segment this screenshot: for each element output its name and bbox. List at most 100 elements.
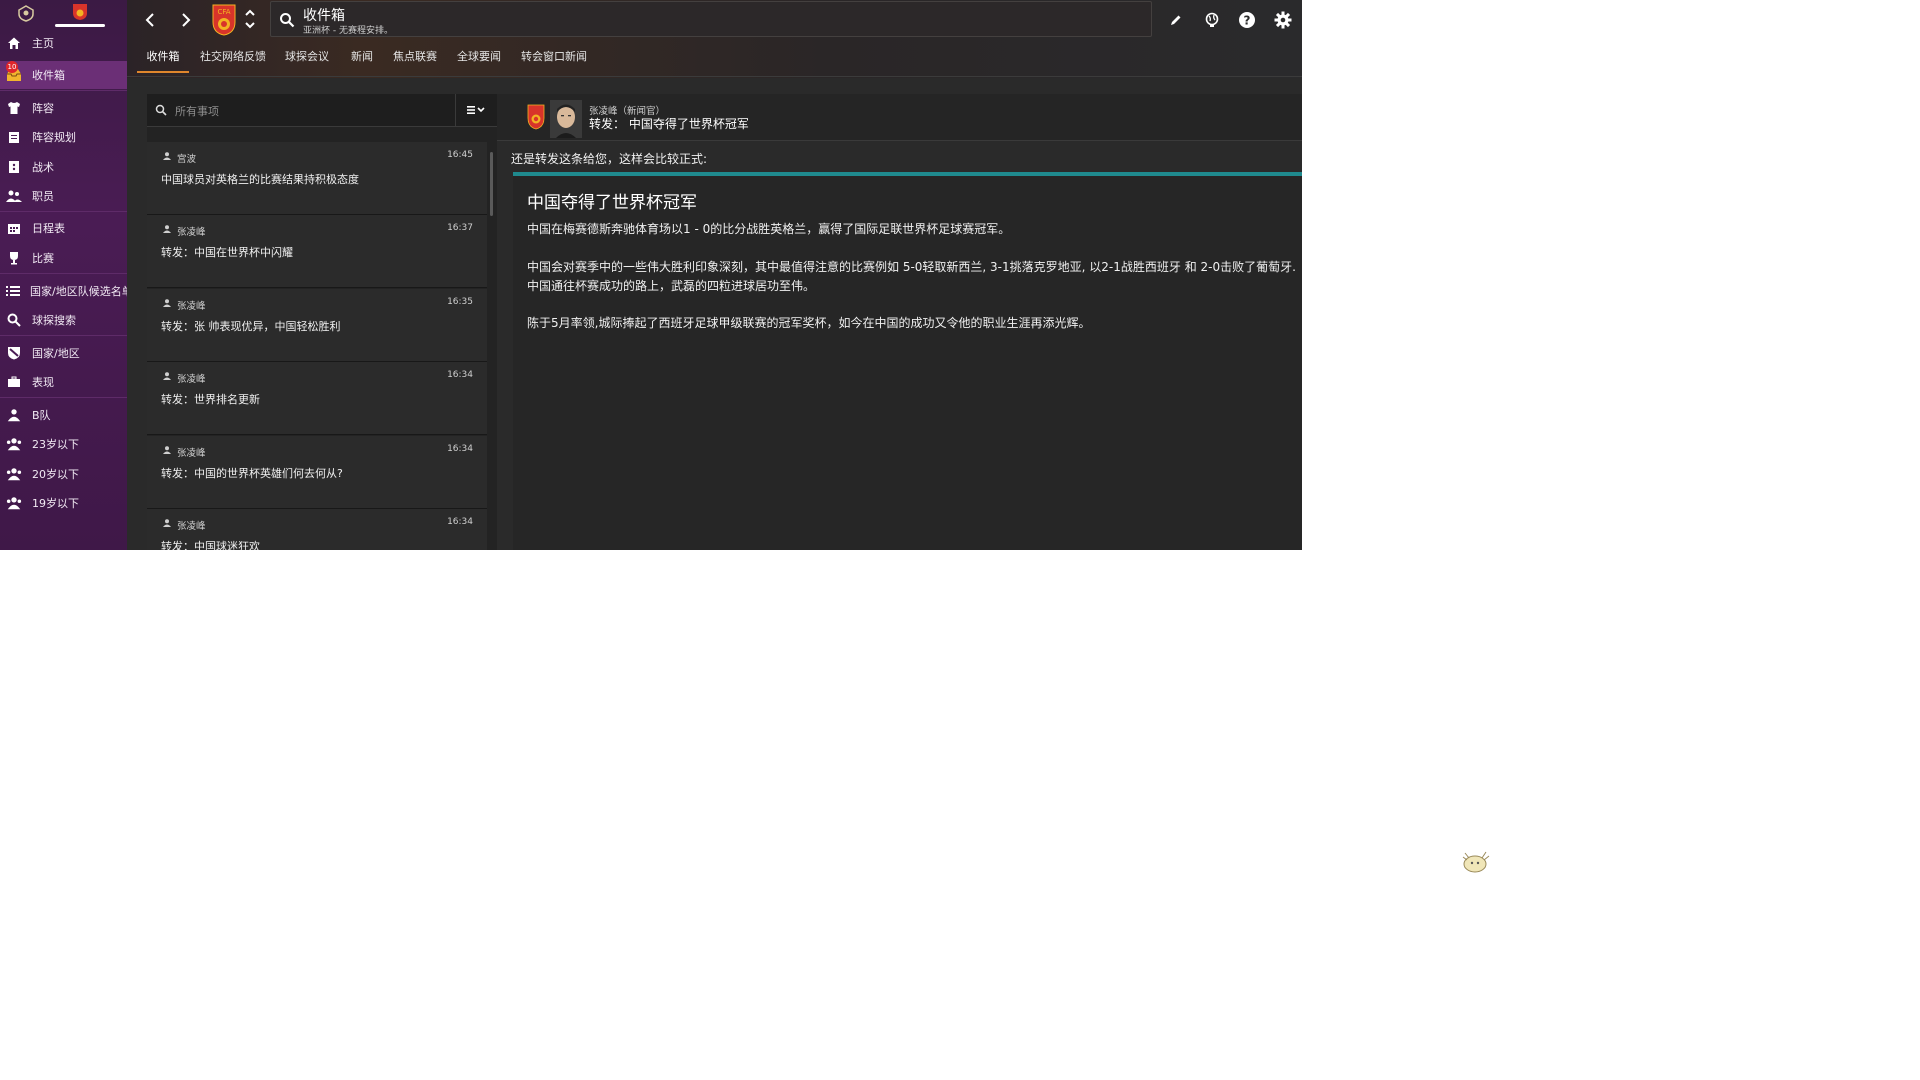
sidebar-item-scouting[interactable]: 球探搜索 [0,306,127,334]
page-title: 收件箱 [303,8,345,24]
message-sender: 张凌峰 [177,448,206,459]
svg-text:?: ? [1244,14,1251,28]
tab-inbox[interactable]: 收件箱 [137,44,189,74]
sidebar-item-label: 19岁以下 [32,497,79,510]
list-icon [6,283,20,299]
team-crest-icon[interactable]: CFA [212,4,236,36]
sidebar-item-u20[interactable]: 20岁以下 [0,460,127,488]
message-sender: 张凌峰 [177,374,206,385]
person-icon [163,299,171,307]
forwarded-article: 中国夺得了世界杯冠军 中国在梅赛德斯奔驰体育场以1 - 0的比分战胜英格兰，赢得… [513,172,1302,550]
sidebar-item-label: 主页 [32,37,54,50]
article-paragraph: 中国在梅赛德斯奔驰体育场以1 - 0的比分战胜英格兰，赢得了国际足联世界杯足球赛… [527,222,1011,236]
sidebar-item-staff[interactable]: 职员 [0,182,127,210]
sidebar-item-national-shortlist[interactable]: 国家/地区队候选名单 [0,277,133,305]
sidebar-item-schedule[interactable]: 日程表 [0,214,127,242]
club-crest-icon[interactable] [72,3,88,21]
team-icon [6,436,22,452]
message-subject: 转发：中国球迷狂欢 [161,540,260,550]
team-icon [6,466,22,482]
message-time: 16:35 [447,297,473,307]
sidebar-item-u19[interactable]: 19岁以下 [0,489,127,517]
message-time: 16:34 [447,444,473,454]
message-list-item[interactable]: 张凌峰 16:35 转发：张 帅表现优异，中国轻松胜利 [147,289,487,362]
sidebar-item-inbox[interactable]: 10 收件箱 [0,61,127,89]
sidebar-item-label: 阵容 [32,102,54,115]
sidebar-item-squad-planner[interactable]: 阵容规划 [0,123,127,151]
tab-social-feedback[interactable]: 社交网络反馈 [199,44,267,74]
tab-transfer-news[interactable]: 转会窗口新闻 [521,44,587,74]
team-icon [6,495,22,511]
sidebar-item-label: 战术 [32,161,54,174]
article-title: 中国夺得了世界杯冠军 [527,193,697,213]
inbox-count-badge: 10 [6,61,18,73]
message-list-item[interactable]: 张凌峰 16:34 转发：中国的世界杯英雄们何去何从? [147,436,487,509]
clipboard-icon [6,129,22,145]
fps-overlay-icon [1462,851,1490,873]
world-button[interactable] [1202,10,1222,30]
message-list-item[interactable]: 宫波 16:45 中国球员对英格兰的比赛结果持积极态度 [147,142,487,215]
sidebar-item-performance[interactable]: 表现 [0,368,127,396]
team-switch-icon[interactable] [243,6,257,32]
sidebar-item-competitions[interactable]: 比赛 [0,244,127,272]
message-subject: 转发：世界排名更新 [161,393,260,406]
chevron-left-icon [145,13,154,27]
message-subject: 中国球员对英格兰的比赛结果持积极态度 [161,173,359,186]
sidebar-item-home[interactable]: 主页 [0,29,127,57]
sidebar-item-label: 表现 [32,376,54,389]
tab-scout-meeting[interactable]: 球探会议 [285,44,329,74]
message-subject: 转发：中国在世界杯中闪耀 [161,246,293,259]
person-icon [163,372,171,380]
sidebar-item-label: 收件箱 [32,69,65,82]
message-subject: 转发：中国的世界杯英雄们何去何从? [161,467,343,480]
message-list-item[interactable]: 张凌峰 16:34 转发：中国球迷狂欢 [147,509,487,550]
sidebar-item-b-team[interactable]: B队 [0,401,127,429]
sender-avatar [550,100,582,138]
sidebar-item-label: 20岁以下 [32,468,79,481]
filter-menu-button[interactable] [455,94,498,126]
game-logo-icon[interactable] [17,4,35,22]
home-icon [6,35,22,51]
search-icon [280,13,295,28]
shield-icon [6,345,22,361]
edit-button[interactable] [1166,10,1186,30]
help-button[interactable]: ? [1237,10,1257,30]
article-paragraph: 中国会对赛季中的一些伟大胜利印象深刻，其中最值得注意的比赛例如 5-0轻取新西兰… [527,260,1296,274]
page-subtitle: 亚洲杯 - 无赛程安排。 [303,26,393,36]
inbox-icon: 10 [6,61,22,83]
message-sender: 张凌峰 [177,521,206,532]
forward-button[interactable] [176,10,196,30]
crest-text: CFA [217,8,230,16]
top-header: CFA 收件箱 亚洲杯 - 无赛程安排。 ? 收件箱 社交网络反馈 球探会议 新… [127,0,1302,78]
message-search-input[interactable] [173,100,447,122]
back-button[interactable] [140,10,160,30]
globe-icon [1205,12,1219,27]
message-list-item[interactable]: 张凌峰 16:34 转发：世界排名更新 [147,362,487,435]
message-time: 16:34 [447,370,473,380]
global-search-box[interactable]: 收件箱 亚洲杯 - 无赛程安排。 [270,1,1152,37]
active-indicator [55,24,105,27]
sidebar-item-tactics[interactable]: 战术 [0,153,127,181]
gear-icon [1274,11,1292,29]
message-list-scrollbar[interactable] [490,152,493,216]
tab-news[interactable]: 新闻 [349,44,375,74]
briefcase-icon [6,374,22,390]
sidebar-item-label: 国家/地区 [32,347,80,360]
sidebar-item-squad[interactable]: 阵容 [0,94,127,122]
sidebar-item-u23[interactable]: 23岁以下 [0,430,127,458]
sidebar-item-nation[interactable]: 国家/地区 [0,339,127,367]
sidebar-item-label: 职员 [32,190,54,203]
article-paragraph: 中国通往杯赛成功的路上，武磊的四粒进球居功至伟。 [527,279,816,293]
settings-button[interactable] [1273,10,1293,30]
message-list-item[interactable]: 张凌峰 16:37 转发：中国在世界杯中闪耀 [147,215,487,288]
tab-world-news[interactable]: 全球要闻 [457,44,501,74]
sidebar-item-label: 日程表 [32,222,65,235]
tab-focus-leagues[interactable]: 焦点联赛 [392,44,438,74]
sidebar-item-label: B队 [32,409,51,422]
sidebar-item-label: 球探搜索 [32,314,76,327]
message-intro-text: 还是转发这条给您，这样会比较正式: [511,152,708,166]
search-icon [6,312,22,328]
chevron-right-icon [182,13,191,27]
message-header: 张凌峰（新闻官） 转发： 中国夺得了世界杯冠军 [497,94,1302,141]
sidebar: 主页 10 收件箱 阵容 阵容规划 战术 职员 日程表 比赛 国家/地区队候选名… [0,0,133,550]
